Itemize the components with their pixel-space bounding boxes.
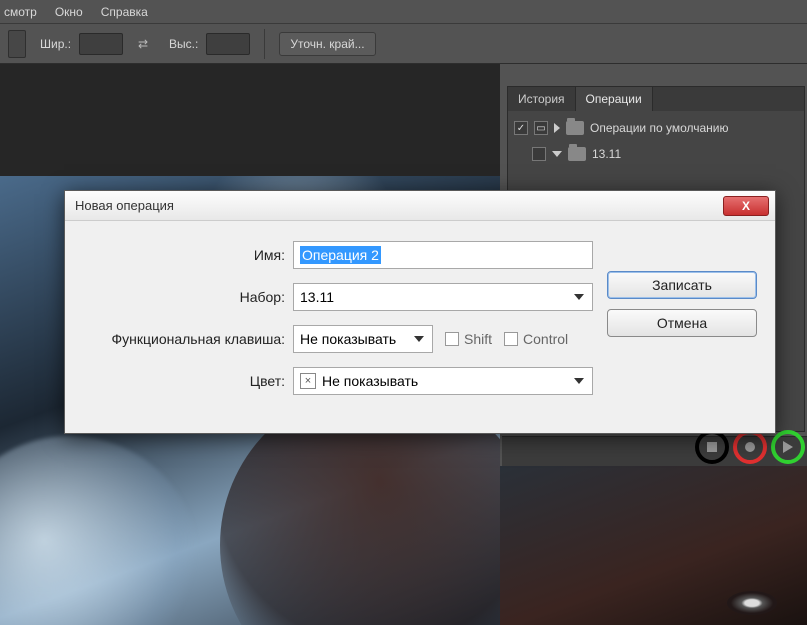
menu-help[interactable]: Справка xyxy=(101,5,148,19)
record-icon xyxy=(745,442,755,452)
toggle-dialog-icon[interactable]: ▭ xyxy=(534,121,548,135)
close-button[interactable]: X xyxy=(723,196,769,216)
actions-row-set[interactable]: 13.11 xyxy=(508,141,804,167)
stop-button[interactable] xyxy=(703,438,721,456)
fnkey-select[interactable]: Не показывать xyxy=(293,325,433,353)
label-fnkey: Функциональная клавиша: xyxy=(83,331,293,347)
disclosure-triangle-icon[interactable] xyxy=(554,123,560,133)
canvas-decoration xyxy=(0,436,200,625)
dialog-title: Новая операция xyxy=(75,198,723,213)
control-checkbox[interactable] xyxy=(504,332,518,346)
options-bar: Шир.: ⇄ Выс.: Уточн. край... xyxy=(0,24,807,64)
swap-dimensions-icon[interactable]: ⇄ xyxy=(135,36,151,52)
name-input[interactable]: Операция 2 xyxy=(293,241,593,269)
no-color-icon: × xyxy=(300,373,316,389)
set-select[interactable]: 13.11 xyxy=(293,283,593,311)
document-canvas-lower[interactable] xyxy=(500,466,807,625)
close-icon: X xyxy=(742,199,750,213)
chevron-down-icon xyxy=(574,294,584,300)
chevron-down-icon xyxy=(574,378,584,384)
cancel-button[interactable]: Отмена xyxy=(607,309,757,337)
dialog-titlebar[interactable]: Новая операция X xyxy=(65,191,775,221)
actions-panel-body: ✓ ▭ Операции по умолчанию 13.11 xyxy=(508,111,804,171)
height-input[interactable] xyxy=(206,33,250,55)
toggle-check-icon[interactable] xyxy=(532,147,546,161)
folder-icon xyxy=(568,147,586,161)
dialog-body: Имя: Операция 2 Набор: 13.11 Функциональ… xyxy=(65,221,775,433)
shift-checkbox-wrap[interactable]: Shift xyxy=(445,331,492,347)
tool-preset-well[interactable] xyxy=(8,30,26,58)
panel-tabs: История Операции xyxy=(508,87,804,111)
tab-history[interactable]: История xyxy=(508,87,576,111)
canvas-decoration xyxy=(727,591,777,615)
actions-footer-buttons xyxy=(677,442,807,464)
control-label: Control xyxy=(523,331,568,347)
dialog-button-column: Записать Отмена xyxy=(607,271,757,337)
disclosure-triangle-down-icon[interactable] xyxy=(552,151,562,157)
color-select-value: Не показывать xyxy=(322,373,418,389)
toggle-check-icon[interactable]: ✓ xyxy=(514,121,528,135)
tab-actions[interactable]: Операции xyxy=(576,87,653,111)
actions-row-label: Операции по умолчанию xyxy=(590,121,729,135)
highlight-ring-play xyxy=(771,430,805,464)
play-icon xyxy=(783,441,793,453)
shift-checkbox[interactable] xyxy=(445,332,459,346)
set-select-value: 13.11 xyxy=(300,289,334,305)
control-checkbox-wrap[interactable]: Control xyxy=(504,331,568,347)
new-action-dialog: Новая операция X Имя: Операция 2 Набор: … xyxy=(64,190,776,434)
menu-window[interactable]: Окно xyxy=(55,5,83,19)
menu-view[interactable]: смотр xyxy=(4,5,37,19)
menu-bar: смотр Окно Справка xyxy=(0,0,807,24)
width-input[interactable] xyxy=(79,33,123,55)
label-color: Цвет: xyxy=(83,373,293,389)
fnkey-select-value: Не показывать xyxy=(300,331,396,347)
folder-icon xyxy=(566,121,584,135)
shift-label: Shift xyxy=(464,331,492,347)
color-select[interactable]: × Не показывать xyxy=(293,367,593,395)
record-action-button[interactable]: Записать xyxy=(607,271,757,299)
row-name: Имя: Операция 2 xyxy=(83,241,757,269)
record-button[interactable] xyxy=(741,438,759,456)
refine-edge-button[interactable]: Уточн. край... xyxy=(279,32,375,56)
name-input-value: Операция 2 xyxy=(300,246,381,264)
highlight-ring-stop xyxy=(695,430,729,464)
width-label: Шир.: xyxy=(40,37,71,51)
row-color: Цвет: × Не показывать xyxy=(83,367,757,395)
label-set: Набор: xyxy=(83,289,293,305)
label-name: Имя: xyxy=(83,247,293,263)
actions-row-default[interactable]: ✓ ▭ Операции по умолчанию xyxy=(508,115,804,141)
stop-icon xyxy=(707,442,717,452)
height-label: Выс.: xyxy=(169,37,198,51)
options-divider xyxy=(264,29,265,59)
actions-row-label: 13.11 xyxy=(592,147,621,161)
play-button[interactable] xyxy=(779,438,797,456)
stage-background xyxy=(0,64,500,176)
chevron-down-icon xyxy=(414,336,424,342)
highlight-ring-record xyxy=(733,430,767,464)
